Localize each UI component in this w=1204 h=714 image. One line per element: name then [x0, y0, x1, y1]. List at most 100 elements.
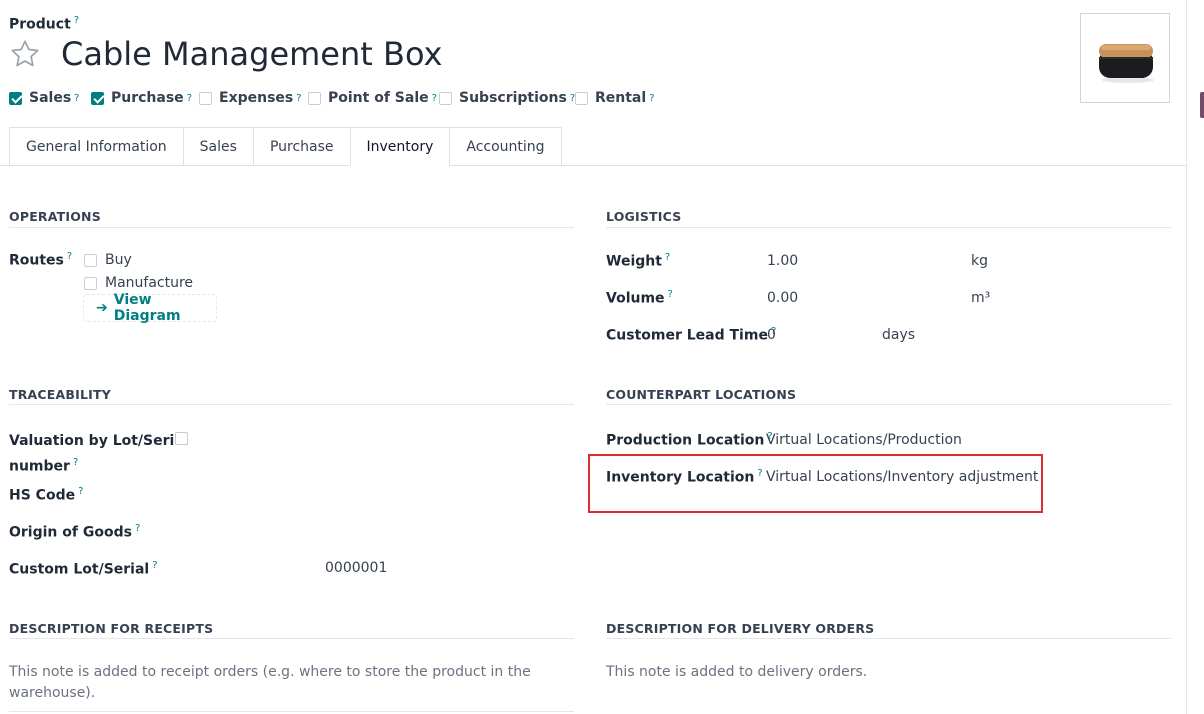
toggle-label: Expenses	[219, 90, 294, 106]
product-label-row: Product?	[9, 15, 79, 33]
subscriptions-checkbox[interactable]	[439, 91, 452, 105]
routes-label-row: Routes?	[9, 251, 72, 269]
receipts-placeholder-line2: warehouse).	[9, 685, 96, 701]
divider	[606, 638, 1171, 639]
toggle-rental[interactable]: Rental?	[575, 90, 655, 106]
help-icon[interactable]: ?	[649, 93, 654, 104]
rental-checkbox[interactable]	[575, 91, 588, 105]
cable-box-picture-icon	[1099, 44, 1154, 83]
inventory-location-field[interactable]: Virtual Locations/Inventory adjustment	[766, 469, 1038, 485]
chatter-divider	[1186, 0, 1187, 714]
toggle-label: Purchase	[111, 90, 184, 106]
page-title[interactable]: Cable Management Box	[61, 35, 442, 73]
tab-accounting[interactable]: Accounting	[449, 127, 562, 166]
weight-label: Weight	[606, 253, 662, 270]
receipts-placeholder-line1: This note is added to receipt orders (e.…	[9, 664, 531, 680]
custom-lot-input[interactable]: 0000001	[325, 560, 387, 576]
toggle-point-of-sale[interactable]: Point of Sale?	[308, 90, 437, 106]
help-icon[interactable]: ?	[74, 93, 79, 104]
toggle-sales[interactable]: Sales?	[9, 90, 79, 106]
custom-lot-label: Custom Lot/Serial	[9, 561, 150, 578]
inventory-location-label: Inventory Location	[606, 469, 755, 486]
help-icon[interactable]: ?	[73, 457, 78, 468]
hs-code-label-row: HS Code?	[9, 486, 83, 504]
lead-time-label: Customer Lead Time	[606, 327, 768, 344]
side-accent	[1200, 92, 1204, 118]
product-image[interactable]	[1080, 13, 1170, 103]
weight-unit: kg	[971, 253, 988, 269]
weight-input[interactable]: 1.00	[767, 253, 798, 269]
toggle-subscriptions[interactable]: Subscriptions?	[439, 90, 575, 106]
lead-time-label-row: Customer Lead Time?	[606, 326, 776, 344]
lead-time-unit: days	[882, 327, 916, 343]
volume-input[interactable]: 0.00	[767, 290, 798, 306]
volume-label-row: Volume?	[606, 289, 673, 307]
section-delivery-title: DESCRIPTION FOR DELIVERY ORDERS	[606, 621, 875, 636]
help-icon[interactable]: ?	[187, 93, 192, 104]
help-icon[interactable]: ?	[78, 486, 83, 497]
divider	[9, 404, 574, 405]
production-location-label-row: Production Location?	[606, 431, 773, 449]
receipts-description-input[interactable]: This note is added to receipt orders (e.…	[9, 662, 531, 704]
divider	[606, 227, 1171, 228]
weight-label-row: Weight?	[606, 252, 670, 270]
origin-label-row: Origin of Goods?	[9, 523, 140, 541]
valuation-checkbox[interactable]	[175, 431, 188, 447]
valuation-label-line2: number	[9, 458, 70, 475]
help-icon[interactable]: ?	[152, 560, 157, 571]
divider	[9, 711, 574, 712]
view-diagram-button[interactable]: ➔ View Diagram	[83, 292, 217, 324]
toggle-expenses[interactable]: Expenses?	[199, 90, 302, 106]
route-buy[interactable]: Buy	[84, 252, 132, 268]
section-logistics-title: LOGISTICS	[606, 209, 682, 224]
tab-general-information[interactable]: General Information	[9, 127, 184, 166]
help-icon[interactable]: ?	[668, 289, 673, 300]
point-of-sale-checkbox[interactable]	[308, 91, 321, 105]
sales-checkbox[interactable]	[9, 91, 22, 105]
help-icon[interactable]: ?	[757, 468, 762, 479]
help-icon[interactable]: ?	[432, 93, 437, 104]
purchase-checkbox[interactable]	[91, 91, 104, 105]
route-manufacture[interactable]: Manufacture	[84, 275, 193, 291]
routes-label: Routes	[9, 252, 64, 269]
toggle-label: Sales	[29, 90, 72, 106]
tab-sales[interactable]: Sales	[182, 127, 254, 166]
section-operations-title: OPERATIONS	[9, 209, 101, 224]
tab-purchase[interactable]: Purchase	[252, 127, 351, 166]
route-label: Buy	[105, 252, 132, 268]
lead-time-input[interactable]: 0	[767, 327, 776, 343]
notebook-tabs: General Information Sales Purchase Inven…	[9, 127, 562, 166]
production-location-field[interactable]: Virtual Locations/Production	[766, 432, 962, 448]
origin-label: Origin of Goods	[9, 524, 132, 541]
toggle-label: Point of Sale	[328, 90, 429, 106]
hs-code-label: HS Code	[9, 487, 76, 504]
expenses-checkbox[interactable]	[199, 91, 212, 105]
help-icon[interactable]: ?	[135, 523, 140, 534]
delivery-description-input[interactable]: This note is added to delivery orders.	[606, 662, 867, 683]
view-diagram-label: View Diagram	[113, 292, 181, 324]
toggle-label: Subscriptions	[459, 90, 567, 106]
help-icon[interactable]: ?	[67, 251, 72, 262]
help-icon[interactable]: ?	[296, 93, 301, 104]
production-location-label: Production Location	[606, 432, 765, 449]
section-receipts-title: DESCRIPTION FOR RECEIPTS	[9, 621, 214, 636]
tab-inventory[interactable]: Inventory	[349, 127, 451, 166]
help-icon[interactable]: ?	[665, 252, 670, 263]
section-traceability-title: TRACEABILITY	[9, 387, 111, 402]
volume-unit: m³	[971, 290, 991, 306]
volume-label: Volume	[606, 290, 665, 307]
toggle-label: Rental	[595, 90, 647, 106]
route-manufacture-checkbox[interactable]	[84, 276, 97, 290]
favorite-star-icon[interactable]	[9, 38, 41, 74]
inventory-location-label-row: Inventory Location?	[606, 468, 763, 486]
toggle-purchase[interactable]: Purchase?	[91, 90, 192, 106]
divider	[9, 227, 574, 228]
help-icon[interactable]: ?	[74, 15, 79, 26]
route-label: Manufacture	[105, 275, 194, 291]
section-counterpart-title: COUNTERPART LOCATIONS	[606, 387, 797, 402]
valuation-label-line1: Valuation by Lot/Serial	[9, 433, 189, 449]
valuation-label-block: Valuation by Lot/Serial number?	[9, 431, 189, 478]
divider	[606, 404, 1171, 405]
route-buy-checkbox[interactable]	[84, 253, 97, 267]
arrow-right-icon: ➔	[96, 300, 108, 316]
